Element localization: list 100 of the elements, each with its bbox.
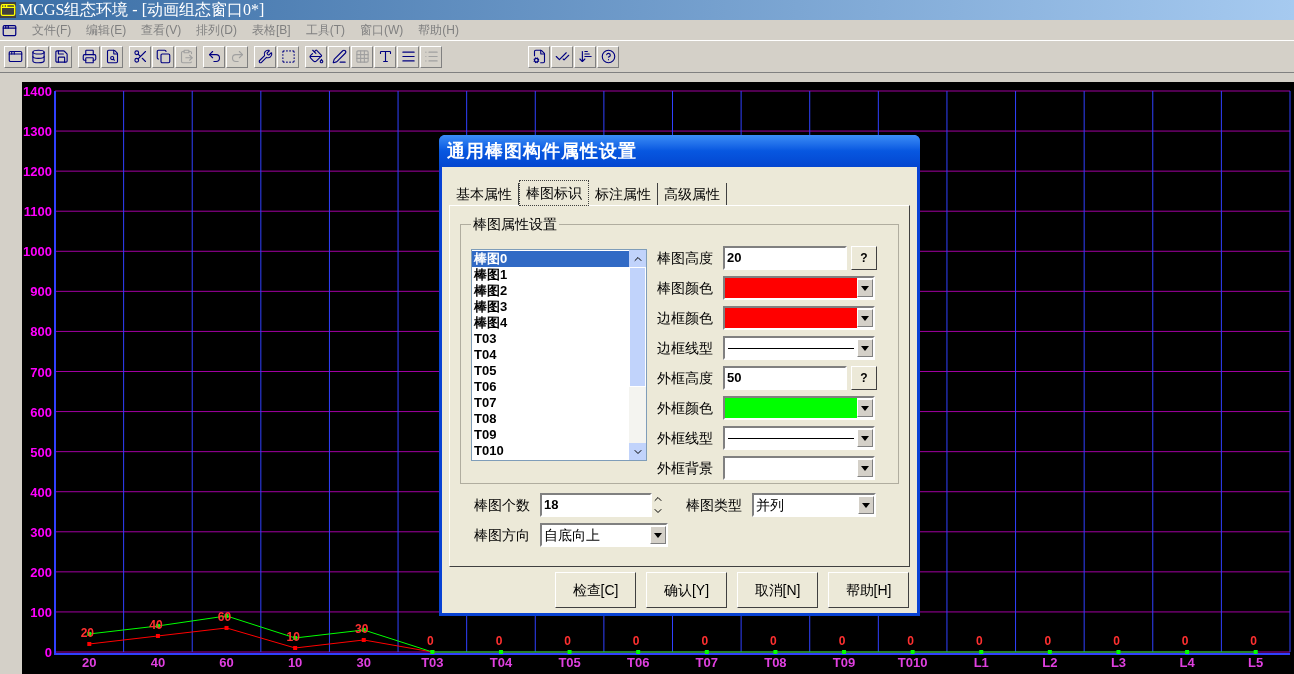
point	[636, 650, 641, 654]
toolbar-button[interactable]	[27, 45, 49, 68]
toolbar-button[interactable]	[277, 45, 299, 68]
x-tick-label: T05	[558, 655, 581, 670]
list-item[interactable]: T09	[472, 427, 629, 443]
point	[87, 641, 92, 646]
x-tick-label: T04	[489, 655, 513, 670]
list-item[interactable]: T05	[472, 363, 629, 379]
list-item[interactable]: 棒图1	[472, 267, 629, 283]
field-label: 外框线型	[657, 428, 714, 448]
list-item[interactable]: T08	[472, 411, 629, 427]
dropdown[interactable]: 并列	[752, 493, 876, 517]
dialog-title: 通用棒图构件属性设置	[439, 135, 920, 167]
toolbar-button[interactable]	[528, 45, 550, 68]
color-dropdown[interactable]	[723, 306, 875, 330]
y-tick-label: 1000	[23, 244, 52, 260]
list-box[interactable]: 棒图0 棒图1 棒图2 棒图3 棒图4 T03 T04 T05 T06 T07 T08 T09 T010	[471, 249, 647, 461]
tab[interactable]: 高级属性	[658, 183, 727, 205]
x-tick-label: 40	[150, 655, 166, 670]
x-tick-label: 30	[356, 655, 371, 670]
x-tick-label: 20	[82, 655, 97, 670]
toolbar-button[interactable]	[597, 45, 619, 68]
line-style-dropdown[interactable]	[723, 336, 875, 360]
toolbar-button[interactable]	[374, 45, 396, 68]
field-label: 棒图高度	[657, 248, 714, 268]
toolbar-button[interactable]	[152, 45, 174, 68]
line-style-dropdown[interactable]	[723, 426, 875, 450]
point	[361, 637, 366, 642]
x-tick-label: T010	[897, 655, 928, 670]
toolbar-button[interactable]	[305, 45, 327, 68]
dialog-button[interactable]: 帮助[H]	[828, 572, 909, 608]
list-item[interactable]: 棒图2	[472, 283, 629, 299]
y-tick-label: 300	[30, 524, 52, 540]
color-dropdown[interactable]	[723, 396, 875, 420]
toolbar-button[interactable]	[50, 45, 72, 68]
data-label: 0	[632, 634, 640, 648]
dialog-button[interactable]: 确认[Y]	[646, 572, 727, 608]
dropdown[interactable]	[723, 456, 875, 480]
document-icon	[2, 22, 17, 38]
paint-bucket-icon	[308, 49, 324, 64]
toolbar-button[interactable]	[397, 45, 419, 68]
list-item[interactable]: T06	[472, 379, 629, 395]
list-item[interactable]: T010	[472, 443, 629, 459]
tab[interactable]: 标注属性	[589, 183, 658, 205]
data-label: 20	[80, 626, 94, 640]
data-label: 0	[427, 634, 434, 648]
toolbar-button[interactable]	[203, 45, 225, 68]
properties-icon	[531, 49, 547, 64]
x-tick-label: L2	[1042, 655, 1058, 670]
toolbar-button[interactable]	[328, 45, 350, 68]
help-button[interactable]: ?	[851, 366, 877, 390]
number-field[interactable]: 50	[723, 366, 847, 390]
list-item[interactable]: T07	[472, 395, 629, 411]
y-tick-label: 1200	[23, 164, 52, 180]
list-item[interactable]: T04	[472, 347, 629, 363]
point	[704, 650, 709, 654]
field-label: 边框线型	[657, 338, 714, 358]
y-tick-label: 100	[30, 604, 52, 620]
x-tick-label: T08	[764, 655, 787, 670]
point	[1185, 650, 1190, 654]
list-item[interactable]: 棒图4	[472, 315, 629, 331]
toolbar-button[interactable]	[4, 45, 26, 68]
scissors-icon	[132, 49, 148, 64]
dialog-button[interactable]: 取消[N]	[737, 572, 818, 608]
y-tick-label: 1300	[23, 124, 52, 140]
toolbar-button[interactable]	[574, 45, 596, 68]
x-tick-label: L3	[1110, 655, 1127, 670]
dialog-button[interactable]: 检查[C]	[555, 572, 636, 608]
field-label: 棒图方向	[474, 525, 531, 545]
scrollbar[interactable]	[629, 250, 646, 460]
toolbar-button[interactable]	[254, 45, 276, 68]
y-tick-label: 600	[30, 404, 52, 420]
field-label: 棒图颜色	[657, 278, 714, 298]
data-label: 0	[564, 634, 571, 648]
y-tick-label: 1100	[23, 204, 52, 220]
list-item[interactable]: 棒图3	[472, 299, 629, 315]
toolbar-button[interactable]	[78, 45, 100, 68]
toolbar-button[interactable]	[129, 45, 151, 68]
redo-icon	[229, 49, 245, 64]
number-field[interactable]: 20	[723, 246, 847, 270]
sort-icon	[577, 49, 593, 64]
list-item[interactable]: 棒图0	[472, 251, 629, 267]
color-dropdown[interactable]	[723, 276, 875, 300]
tab[interactable]: 棒图标识	[519, 180, 589, 206]
help-button[interactable]: ?	[851, 246, 877, 270]
point	[1253, 650, 1258, 654]
grid-icon	[354, 49, 370, 64]
toolbar-button[interactable]	[551, 45, 573, 68]
pen-icon	[331, 49, 347, 64]
y-tick-label: 900	[30, 284, 52, 300]
print-preview-icon	[104, 49, 120, 64]
paste-icon	[178, 49, 194, 64]
help-icon	[600, 49, 616, 64]
data-label: 0	[1044, 634, 1052, 648]
list-item[interactable]: T03	[472, 331, 629, 347]
toolbar-button[interactable]	[101, 45, 123, 68]
point	[910, 650, 915, 654]
dropdown[interactable]: 自底向上	[540, 523, 668, 547]
copy-icon	[155, 49, 171, 64]
y-tick-label: 500	[30, 444, 52, 460]
